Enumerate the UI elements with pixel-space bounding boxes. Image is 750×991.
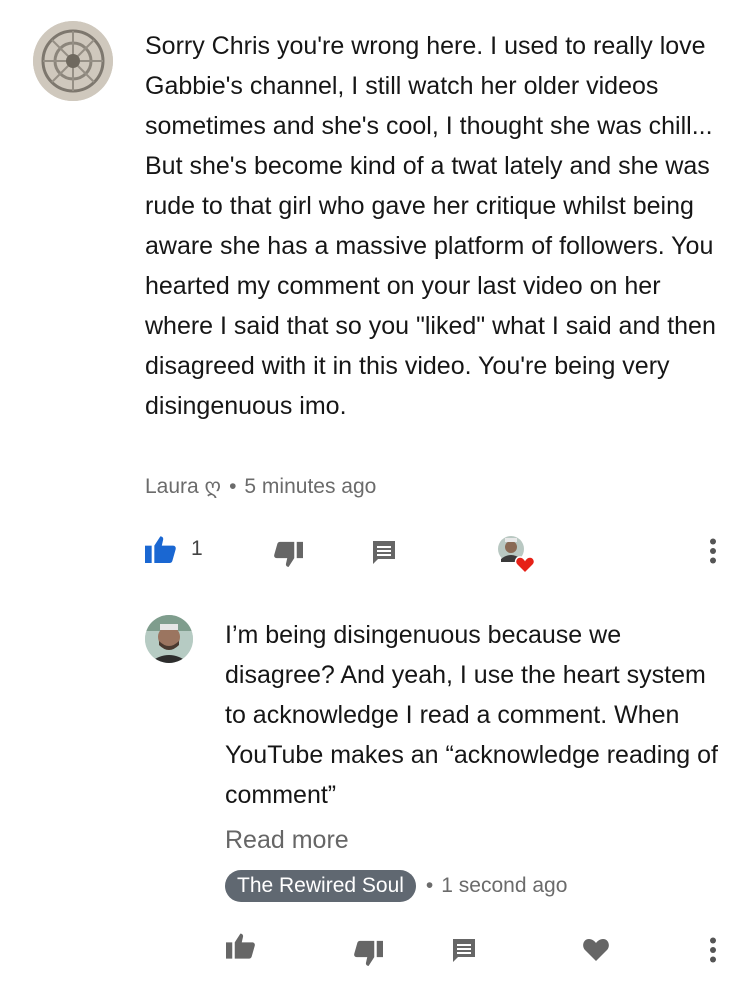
comment-time[interactable]: 5 minutes ago (244, 475, 376, 499)
reply-time[interactable]: 1 second ago (441, 874, 567, 898)
comment-meta: Laura ღ • 5 minutes ago (145, 474, 376, 499)
like-count: 1 (191, 537, 203, 560)
heart-icon[interactable] (582, 937, 610, 962)
reply-comment-icon[interactable] (371, 539, 397, 565)
creator-heart-badge (497, 535, 539, 575)
reply-thumbs-up-icon[interactable] (226, 932, 256, 959)
meta-separator: • (229, 474, 237, 498)
like-action: 1 (145, 535, 203, 563)
thumbs-down-icon[interactable] (273, 541, 303, 569)
reply-text: I’m being disingenuous because we disagr… (225, 621, 718, 809)
comment-text: Sorry Chris you're wrong here. I used to… (145, 32, 716, 420)
reply-more-options-icon[interactable] (709, 937, 717, 963)
reply-meta-separator: • (425, 874, 434, 897)
comment-author[interactable]: Laura ღ (145, 474, 221, 499)
thumbs-up-icon[interactable] (145, 535, 177, 563)
more-options-icon[interactable] (709, 538, 717, 564)
creator-heart-avatar-icon (498, 536, 536, 575)
reply-avatar-image (145, 615, 193, 663)
reply-meta: The Rewired Soul • 1 second ago (225, 870, 567, 902)
reply-thumbs-down-icon[interactable] (353, 940, 383, 968)
commenter-avatar-image (33, 21, 113, 101)
read-more-link[interactable]: Read more (225, 826, 349, 855)
reply-author-badge[interactable]: The Rewired Soul (225, 870, 416, 902)
reply-comment-icon-2[interactable] (451, 937, 477, 963)
reply-author-avatar[interactable] (145, 615, 193, 663)
commenter-avatar[interactable] (33, 21, 113, 101)
